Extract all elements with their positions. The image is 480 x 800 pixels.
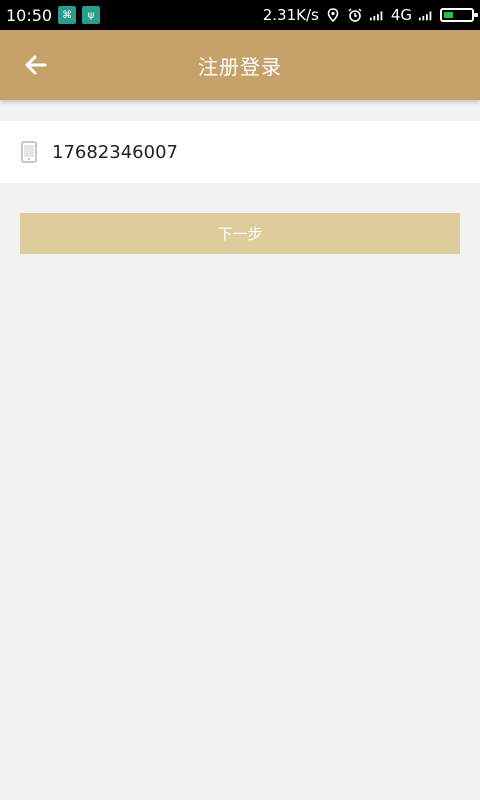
- back-arrow-icon: [25, 55, 47, 75]
- alarm-icon: [347, 7, 363, 23]
- battery-fill: [444, 12, 453, 18]
- app-bar: 注册登录: [0, 30, 480, 100]
- battery-tip: [474, 13, 478, 17]
- usb-icon: ψ: [82, 6, 101, 24]
- status-time: 10:50: [6, 5, 53, 25]
- signal-icon-2: [418, 7, 434, 23]
- status-right-group: 2.31K/s 4G: [262, 6, 478, 24]
- battery-icon: [440, 8, 478, 22]
- signal-icon: [369, 7, 385, 23]
- page-title: 注册登录: [198, 54, 282, 79]
- notification-app-icon: ⌘: [58, 6, 77, 24]
- phone-input[interactable]: [50, 140, 434, 164]
- status-bar: 10:50 ⌘ ψ 2.31K/s 4G: [0, 0, 480, 30]
- phone-icon: [20, 141, 40, 163]
- network-speed: 2.31K/s: [262, 6, 319, 24]
- phone-input-row: [0, 121, 480, 183]
- next-step-button[interactable]: 下一步: [20, 213, 460, 254]
- location-icon: [325, 7, 341, 23]
- back-button[interactable]: [16, 48, 56, 82]
- network-type: 4G: [390, 6, 412, 24]
